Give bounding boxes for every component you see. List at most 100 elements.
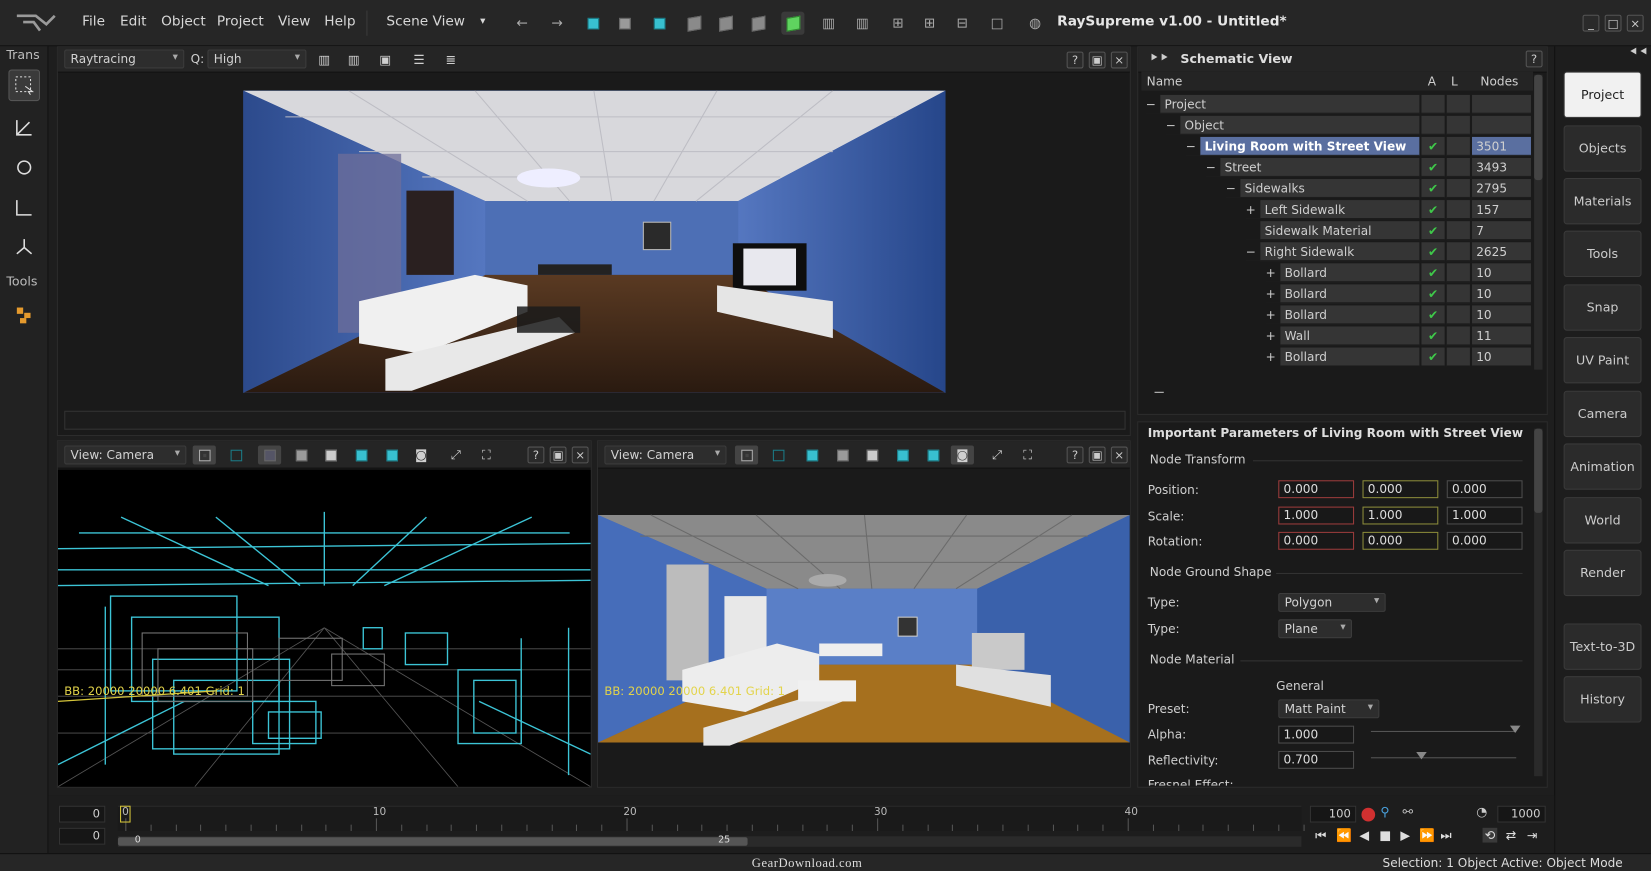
render-clapper2-icon[interactable]: ▥ <box>342 51 365 70</box>
params-scrollbar[interactable] <box>1534 428 1543 777</box>
active-check-icon[interactable]: ✔ <box>1421 242 1445 262</box>
active-check-icon[interactable]: ✔ <box>1421 221 1445 241</box>
active-check-icon[interactable]: ✔ <box>1421 326 1445 346</box>
once-icon[interactable]: ⇥ <box>1527 828 1538 843</box>
help-icon[interactable]: ? <box>1066 51 1084 69</box>
solid-cube-icon[interactable] <box>831 446 854 465</box>
alpha-slider-handle[interactable] <box>1509 725 1521 734</box>
frames-field[interactable]: 100 <box>1309 805 1357 823</box>
double-chevron-icon[interactable]: ⯈⯈ <box>1149 51 1169 67</box>
quality-select[interactable]: High <box>207 49 307 69</box>
active-check-icon[interactable]: ✔ <box>1421 284 1445 304</box>
type-plane-select[interactable]: Plane <box>1278 619 1352 639</box>
lock-cell[interactable] <box>1446 347 1470 367</box>
lock-cell[interactable] <box>1446 284 1470 304</box>
fit-view-icon[interactable]: ⤢ <box>986 446 1009 465</box>
table-row[interactable]: + Bollard ✔ 10 <box>1141 347 1533 367</box>
table-row[interactable]: + Left Sidewalk ✔ 157 <box>1141 200 1533 220</box>
active-check-icon[interactable]: ✔ <box>1421 157 1445 177</box>
tree-node-name[interactable]: Bollard <box>1280 284 1420 304</box>
lock-cell[interactable] <box>1446 305 1470 325</box>
wireframe-cube-icon[interactable] <box>224 446 247 465</box>
tree-node-name[interactable]: Bollard <box>1280 305 1420 325</box>
view-camera-select-left[interactable]: View: Camera <box>64 445 187 465</box>
tools-blocks-icon[interactable] <box>8 299 40 331</box>
sidebar-btn-tools[interactable]: Tools <box>1563 230 1642 277</box>
chevron-down-icon[interactable]: ▾ <box>480 16 485 28</box>
type-polygon-select[interactable]: Polygon <box>1278 592 1386 612</box>
cube-shaded-icon[interactable] <box>747 12 770 35</box>
menu-view[interactable]: View <box>278 14 310 30</box>
active-check-icon[interactable]: ✔ <box>1421 179 1445 199</box>
scale-x-field[interactable]: 1.000 <box>1278 506 1355 525</box>
table-row[interactable]: + Bollard ✔ 10 <box>1141 284 1533 304</box>
transform-gizmo-icon[interactable] <box>8 231 40 263</box>
sidebar-btn-project[interactable]: Project <box>1563 71 1642 118</box>
solid-cube-icon[interactable] <box>290 446 313 465</box>
help-icon[interactable]: ? <box>1066 446 1084 464</box>
tree-node-name[interactable]: Wall <box>1280 326 1420 346</box>
grid-toggle-icon[interactable] <box>734 445 759 465</box>
forward-arrow-icon[interactable]: → <box>545 12 568 35</box>
timeline-start-field-2[interactable]: 0 <box>58 827 106 845</box>
tree-toggle[interactable]: − <box>1185 137 1201 156</box>
playhead[interactable] <box>120 805 131 823</box>
rotation-z-field[interactable]: 0.000 <box>1446 531 1523 550</box>
tree-toggle[interactable]: − <box>1225 179 1241 199</box>
sidebar-btn-render[interactable]: Render <box>1563 549 1642 597</box>
scene-view-select[interactable]: Scene View <box>386 14 465 30</box>
globe-icon[interactable]: ◍ <box>1023 12 1046 35</box>
sidebar-btn-uv-paint[interactable]: UV Paint <box>1563 337 1642 384</box>
position-y-field[interactable]: 0.000 <box>1362 480 1439 499</box>
lock-cell[interactable] <box>1446 221 1470 241</box>
layout-quad-icon[interactable]: ⊞ <box>887 12 910 35</box>
textured-cube-icon[interactable] <box>921 446 944 465</box>
maximize-panel-icon[interactable]: ▣ <box>549 446 567 464</box>
add-key-icon[interactable]: ⚲ <box>1380 805 1389 820</box>
cube-solid-icon[interactable] <box>714 12 737 35</box>
collapse-tree-button[interactable]: − <box>1153 384 1165 401</box>
tree-toggle[interactable]: + <box>1265 263 1281 283</box>
maximize-icon[interactable]: □ <box>1604 14 1622 32</box>
close-icon[interactable]: × <box>1626 14 1644 32</box>
clapper-icon[interactable]: ▥ <box>817 12 840 35</box>
timeline-start-field[interactable]: 0 <box>58 805 106 823</box>
flat-cube-icon[interactable] <box>319 446 342 465</box>
rotate-icon[interactable] <box>8 152 40 184</box>
sidebar-btn-camera[interactable]: Camera <box>1563 390 1642 438</box>
sidebar-btn-animation[interactable]: Animation <box>1563 443 1642 490</box>
cube-green-icon[interactable] <box>781 11 805 35</box>
reflectivity-slider-handle[interactable] <box>1416 751 1427 760</box>
fit-view-icon[interactable]: ⤢ <box>444 446 467 465</box>
table-row[interactable]: + Bollard ✔ 10 <box>1141 263 1533 283</box>
tree-node-name[interactable]: Bollard <box>1280 263 1420 283</box>
menu-edit[interactable]: Edit <box>120 14 147 30</box>
loop-icon[interactable]: ⟲ <box>1482 827 1498 843</box>
col-a[interactable]: A <box>1428 74 1436 89</box>
tree-node-name[interactable]: Object <box>1180 115 1420 135</box>
rotation-y-field[interactable]: 0.000 <box>1362 531 1439 550</box>
tree-node-name[interactable]: Sidewalks <box>1240 179 1420 199</box>
lock-cell[interactable] <box>1446 157 1470 177</box>
table-row[interactable]: − Right Sidewalk ✔ 2625 <box>1141 242 1533 262</box>
shaded-mode-icon[interactable] <box>257 445 282 465</box>
table-row[interactable]: − Project <box>1141 94 1533 114</box>
lock-cell[interactable] <box>1446 263 1470 283</box>
sidebar-btn-text-to-3d[interactable]: Text-to-3D <box>1563 623 1642 670</box>
lock-cell[interactable] <box>1446 179 1470 199</box>
close-panel-icon[interactable]: × <box>1110 446 1128 464</box>
tree-toggle[interactable]: − <box>1165 116 1181 135</box>
render-settings-icon[interactable]: ≣ <box>439 51 462 70</box>
position-x-field[interactable]: 0.000 <box>1278 480 1355 499</box>
cyan-cube-icon[interactable] <box>350 446 373 465</box>
close-panel-icon[interactable]: × <box>1110 51 1128 69</box>
tree-toggle[interactable]: + <box>1245 200 1261 220</box>
menu-object[interactable]: Object <box>161 14 206 30</box>
back-arrow-icon[interactable]: ← <box>511 12 534 35</box>
tree-node-name[interactable]: Living Room with Street View <box>1200 136 1420 156</box>
close-panel-icon[interactable]: × <box>571 446 589 464</box>
table-row[interactable]: − Sidewalks ✔ 2795 <box>1141 179 1533 199</box>
render-preview-icon[interactable] <box>648 12 671 35</box>
tree-toggle[interactable]: + <box>1265 284 1281 304</box>
alpha-slider[interactable] <box>1370 730 1517 732</box>
